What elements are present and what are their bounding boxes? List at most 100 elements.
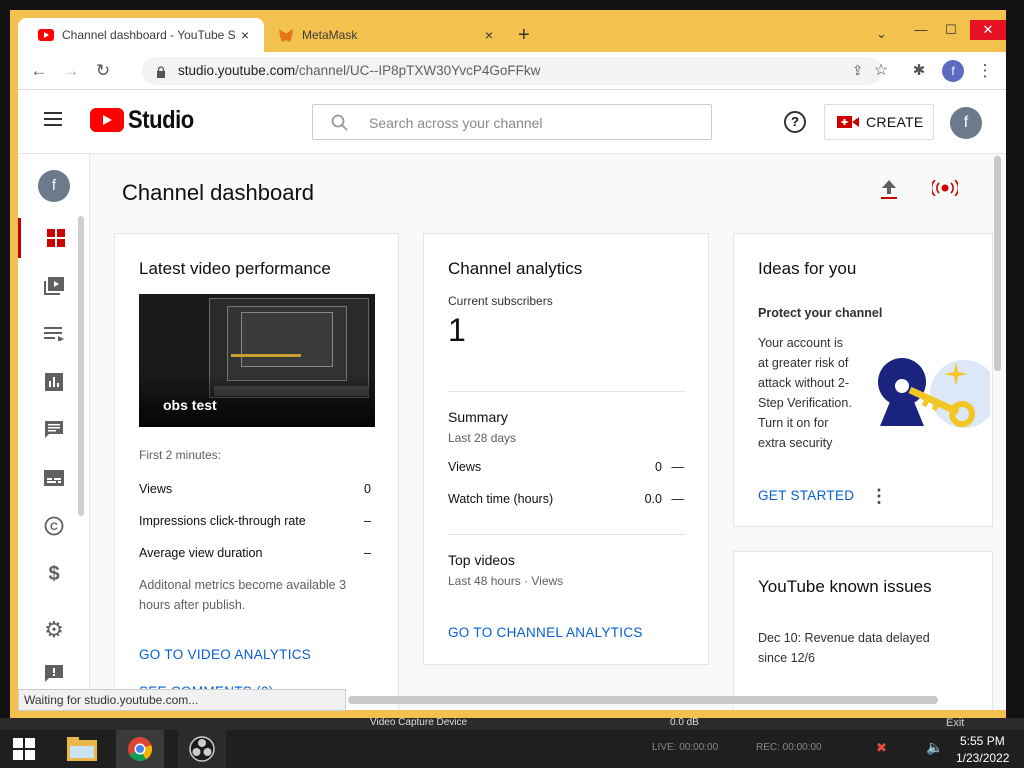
issue-line: Dec 10: Revenue data delayed — [758, 631, 930, 645]
profile-avatar[interactable]: f — [942, 60, 964, 82]
card-title: Channel analytics — [448, 259, 583, 278]
obs-panel: Video Capture Device 0.0 dB Exit — [0, 717, 1024, 730]
extensions-puzzle-icon[interactable]: ✱ — [908, 60, 930, 82]
summary-title: Summary — [448, 409, 508, 425]
obs-live-timer: LIVE: 00:00:00 — [652, 742, 719, 753]
divider — [448, 391, 686, 392]
svg-text:C: C — [50, 521, 58, 533]
metric-value: – — [364, 546, 371, 560]
summary-label: Views — [448, 460, 482, 474]
ideas-body: attack without 2- — [758, 376, 850, 390]
ideas-body: Turn it on for — [758, 416, 829, 430]
minimize-button[interactable]: — — [906, 20, 936, 40]
close-tab-icon[interactable]: × — [480, 27, 498, 43]
video-thumbnail[interactable]: obs test — [139, 294, 375, 427]
card-title: YouTube known issues — [758, 577, 932, 596]
tab-title: MetaMask — [302, 28, 358, 42]
forward-icon[interactable]: → — [60, 60, 82, 82]
trend-indicator: — — [671, 460, 685, 474]
create-label: CREATE — [866, 114, 924, 130]
top-videos-title: Top videos — [448, 552, 515, 568]
taskbar: LIVE: 00:00:00 REC: 00:00:00 ✖ 🔈 5:55 PM… — [0, 730, 1024, 768]
feedback-icon — [45, 665, 63, 682]
page-title: Channel dashboard — [122, 180, 315, 205]
studio-logo-text: Studio — [128, 106, 194, 134]
card-title: Latest video performance — [139, 259, 331, 278]
analytics-icon — [45, 373, 63, 391]
playlists-icon — [44, 327, 64, 341]
file-explorer-icon[interactable] — [58, 730, 106, 768]
get-started-link[interactable]: GET STARTED — [758, 488, 854, 503]
obs-rec-timer: REC: 00:00:00 — [756, 742, 822, 753]
reload-icon[interactable]: ↻ — [92, 60, 114, 82]
close-window-button[interactable]: ✕ — [970, 20, 1006, 40]
divider — [448, 534, 686, 535]
metric-value: 0 — [364, 482, 371, 496]
tab-search-chevron-icon[interactable]: ⌄ — [876, 26, 887, 42]
subtitles-icon — [44, 470, 64, 486]
channel-analytics-card: Channel analytics Current subscribers 1 … — [423, 233, 709, 665]
account-avatar[interactable]: f — [950, 107, 982, 139]
youtube-logo-icon — [90, 108, 124, 132]
ideas-body: extra security — [758, 436, 833, 450]
url-field[interactable]: studio.youtube.com/channel/UC--IP8pTXW30… — [142, 57, 882, 85]
upload-icon[interactable] — [880, 178, 898, 200]
obs-exit-button[interactable]: Exit — [946, 717, 964, 729]
more-options-icon[interactable]: ⋮ — [870, 486, 888, 507]
channel-avatar[interactable]: f — [38, 170, 70, 202]
obs-db-level: 0.0 dB — [670, 717, 699, 728]
create-button[interactable]: CREATE — [824, 104, 934, 140]
search-box[interactable]: Search across your channel — [312, 104, 712, 140]
dashboard-icon — [46, 229, 65, 247]
sidebar-item-monetization[interactable]: $ — [18, 554, 90, 594]
first-minutes-label: First 2 minutes: — [139, 448, 222, 462]
latest-video-card: Latest video performance obs test First … — [114, 233, 399, 710]
metamask-fox-icon — [279, 28, 293, 42]
chrome-icon[interactable] — [116, 730, 164, 768]
sidebar-scrollbar[interactable] — [78, 216, 84, 516]
bookmark-star-icon[interactable]: ☆ — [870, 60, 892, 82]
video-analytics-link[interactable]: GO TO VIDEO ANALYTICS — [139, 647, 311, 662]
sidebar-item-settings[interactable]: ⚙ — [18, 610, 90, 650]
address-toolbar: ← → ↻ studio.youtube.com/channel/UC--IP8… — [18, 52, 1006, 90]
known-issues-card: YouTube known issues Dec 10: Revenue dat… — [733, 551, 993, 710]
close-tab-icon[interactable]: × — [236, 27, 254, 43]
share-icon[interactable]: ⇪ — [852, 57, 863, 85]
ideas-body: at greater risk of — [758, 356, 849, 370]
obs-studio-icon[interactable] — [178, 730, 226, 768]
card-title: Ideas for you — [758, 259, 857, 278]
subscribers-label: Current subscribers — [448, 294, 553, 308]
subscribers-value: 1 — [448, 312, 466, 348]
tab-metamask[interactable]: MetaMask × — [268, 18, 508, 52]
key-lock-illustration — [878, 358, 990, 428]
volume-icon[interactable]: 🔈 — [926, 739, 943, 756]
clock-time: 5:55 PM — [960, 734, 1005, 748]
page-scrollbar[interactable] — [994, 156, 1001, 371]
more-menu-icon[interactable]: ⋮ — [974, 60, 996, 82]
go-live-icon[interactable] — [932, 180, 958, 196]
network-icon[interactable]: ✖ — [876, 740, 887, 756]
windows-start-icon[interactable] — [0, 730, 48, 768]
obs-source-name: Video Capture Device — [370, 717, 468, 728]
tab-channel-dashboard[interactable]: Channel dashboard - YouTube St × — [18, 18, 264, 52]
back-icon[interactable]: ← — [28, 60, 50, 82]
search-placeholder: Search across your channel — [369, 115, 543, 131]
summary-label: Watch time (hours) — [448, 492, 554, 506]
hamburger-menu-icon[interactable] — [44, 112, 62, 126]
ideas-card: Ideas for you Protect your channel Your … — [733, 233, 993, 527]
summary-period: Last 28 days — [448, 431, 517, 445]
new-tab-button[interactable]: + — [518, 24, 530, 47]
help-icon[interactable]: ? — [784, 111, 806, 133]
top-videos-period: Last 48 hours · Views — [448, 574, 564, 588]
copyright-icon: C — [44, 516, 64, 536]
studio-page: Studio Search across your channel ? CREA… — [18, 90, 1006, 710]
sidebar-item-feedback[interactable] — [18, 654, 90, 694]
channel-analytics-link[interactable]: GO TO CHANNEL ANALYTICS — [448, 625, 643, 640]
url-host: studio.youtube.com — [178, 63, 296, 78]
metrics-note: hours after publish. — [139, 598, 246, 612]
maximize-button[interactable]: ☐ — [936, 20, 966, 40]
sidebar: f C $ ⚙ — [18, 154, 90, 710]
horizontal-scrollbar[interactable] — [348, 696, 938, 704]
summary-value: 0 — [655, 460, 662, 474]
comments-icon — [45, 421, 63, 438]
